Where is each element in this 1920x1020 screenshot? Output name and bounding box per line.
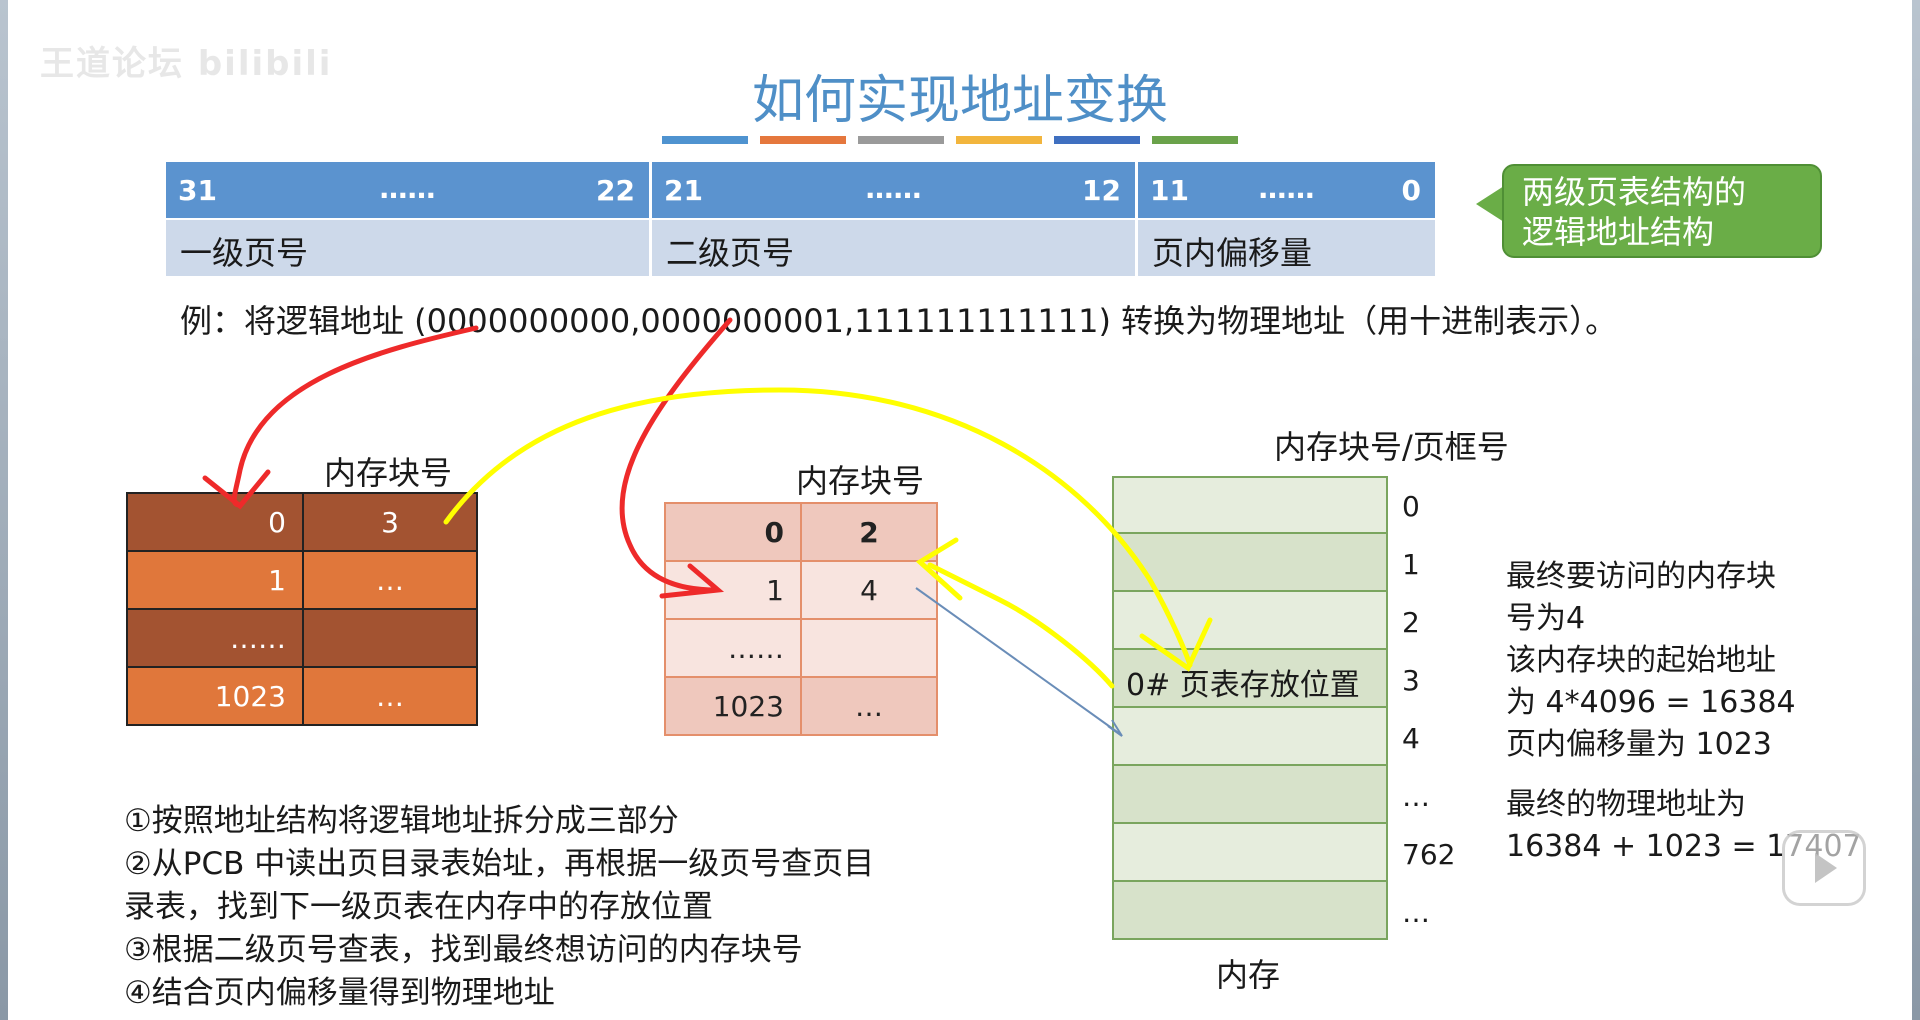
color-bar xyxy=(1054,136,1140,144)
step-1: ①按照地址结构将逻辑地址拆分成三部分 xyxy=(124,803,679,839)
block-number: 3 xyxy=(1402,664,1420,697)
structure-callout: 两级页表结构的 逻辑地址结构 xyxy=(1502,164,1822,258)
color-bar xyxy=(662,136,748,144)
bit-low: 0 xyxy=(1401,174,1421,207)
note-line: 最终的物理地址为 xyxy=(1506,787,1746,822)
row-value xyxy=(800,618,938,678)
second-level-table-header: 内存块号 xyxy=(796,462,925,500)
play-button[interactable] xyxy=(1782,830,1866,906)
memory-block xyxy=(1112,766,1388,824)
table-row: 0 2 xyxy=(664,502,938,562)
bits-field-offset: 11 …… 0 xyxy=(1138,162,1438,218)
callout-tail xyxy=(1476,186,1504,222)
memory-block xyxy=(1112,592,1388,650)
table-row: 1023 … xyxy=(664,676,938,736)
color-bar xyxy=(858,136,944,144)
block-number: 4 xyxy=(1402,722,1420,755)
color-bar xyxy=(956,136,1042,144)
address-bits-row: 31 …… 22 21 …… 12 11 …… 0 xyxy=(166,162,1438,218)
result-notes: 最终要访问的内存块 号为4 该内存块的起始地址 为 4*4096 = 16384… xyxy=(1506,556,1862,868)
memory-block xyxy=(1112,534,1388,592)
memory-header: 内存块号/页框号 xyxy=(1274,428,1509,466)
row-index: …… xyxy=(664,618,802,678)
note-line: 该内存块的起始地址 xyxy=(1506,643,1776,678)
row-index: 1023 xyxy=(664,676,802,736)
row-value: … xyxy=(302,666,478,726)
bit-low: 22 xyxy=(596,174,635,207)
bit-dots: …… xyxy=(1258,172,1315,205)
color-bar xyxy=(760,136,846,144)
memory-block-page-table: 0# 页表存放位置 xyxy=(1112,650,1388,708)
bit-dots: …… xyxy=(865,172,922,205)
step-3: ③根据二级页号查表，找到最终想访问的内存块号 xyxy=(124,932,803,968)
note-line: 为 4*4096 = 16384 xyxy=(1506,685,1796,720)
label-level2-page: 二级页号 xyxy=(652,220,1138,276)
table-row: 1023 … xyxy=(126,666,478,726)
note-line: 最终要访问的内存块 xyxy=(1506,559,1776,594)
bit-low: 12 xyxy=(1082,174,1121,207)
row-index: 1 xyxy=(664,560,802,620)
slide-title: 如何实现地址变换 xyxy=(751,71,1168,131)
table-row: 1 … xyxy=(126,550,478,610)
blue-pointer-line xyxy=(915,587,1121,735)
bit-dots: …… xyxy=(379,172,436,205)
address-labels-row: 一级页号 二级页号 页内偏移量 xyxy=(166,220,1438,276)
bits-field-level1: 31 …… 22 xyxy=(166,162,652,218)
callout-line: 逻辑地址结构 xyxy=(1522,213,1715,251)
memory-block xyxy=(1112,708,1388,766)
row-value: 3 xyxy=(302,492,478,552)
block-number: 762 xyxy=(1402,838,1456,871)
block-number: 2 xyxy=(1402,606,1420,639)
row-value: … xyxy=(302,550,478,610)
row-value: … xyxy=(800,676,938,736)
row-index: 1023 xyxy=(126,666,304,726)
steps-list: ①按照地址结构将逻辑地址拆分成三部分 ②从PCB 中读出页目录表始址，再根据一级… xyxy=(124,800,1004,1015)
color-bar xyxy=(1152,136,1238,144)
table-row: 0 3 xyxy=(126,492,478,552)
block-number: 1 xyxy=(1402,548,1420,581)
table-row: …… xyxy=(126,608,478,668)
block-number: … xyxy=(1402,896,1430,929)
step-4: ④结合页内偏移量得到物理地址 xyxy=(124,975,555,1011)
block-number: … xyxy=(1402,780,1430,813)
label-level1-page: 一级页号 xyxy=(166,220,652,276)
bits-field-level2: 21 …… 12 xyxy=(652,162,1138,218)
window-left-edge xyxy=(0,0,8,1020)
table-row: 1 4 xyxy=(664,560,938,620)
row-index: …… xyxy=(126,608,304,668)
window-right-edge xyxy=(1912,0,1920,1020)
step-2-cont: 录表，找到下一级页表在内存中的存放位置 xyxy=(124,889,713,925)
note-line: 页内偏移量为 1023 xyxy=(1506,727,1772,762)
yellow-arrow-to-table2 xyxy=(927,562,1115,689)
page-directory-table: 0 3 1 … …… 1023 … xyxy=(126,492,478,726)
block-number: 0 xyxy=(1402,490,1420,523)
table-row: …… xyxy=(664,618,938,678)
second-level-page-table: 0 2 1 4 …… 1023 … xyxy=(664,502,938,736)
memory-label: 内存 xyxy=(1216,956,1281,994)
memory-block xyxy=(1112,476,1388,534)
memory-block-numbers: 0 1 2 3 4 … 762 … xyxy=(1402,476,1455,940)
memory-block xyxy=(1112,824,1388,882)
note-line: 号为4 xyxy=(1506,601,1586,636)
row-index: 1 xyxy=(126,550,304,610)
row-index: 0 xyxy=(126,492,304,552)
page-directory-header: 内存块号 xyxy=(324,454,453,492)
memory-block xyxy=(1112,882,1388,940)
row-value: 2 xyxy=(800,502,938,562)
row-index: 0 xyxy=(664,502,802,562)
row-value xyxy=(302,608,478,668)
step-2: ②从PCB 中读出页目录表始址，再根据一级页号查页目 xyxy=(124,846,875,882)
label-page-offset: 页内偏移量 xyxy=(1138,220,1438,276)
example-text: 例：将逻辑地址 (0000000000,0000000001,111111111… xyxy=(180,302,1618,340)
title-color-bars xyxy=(662,136,1238,144)
memory-blocks: 0# 页表存放位置 xyxy=(1112,476,1388,940)
row-value: 4 xyxy=(800,560,938,620)
callout-line: 两级页表结构的 xyxy=(1522,173,1747,211)
